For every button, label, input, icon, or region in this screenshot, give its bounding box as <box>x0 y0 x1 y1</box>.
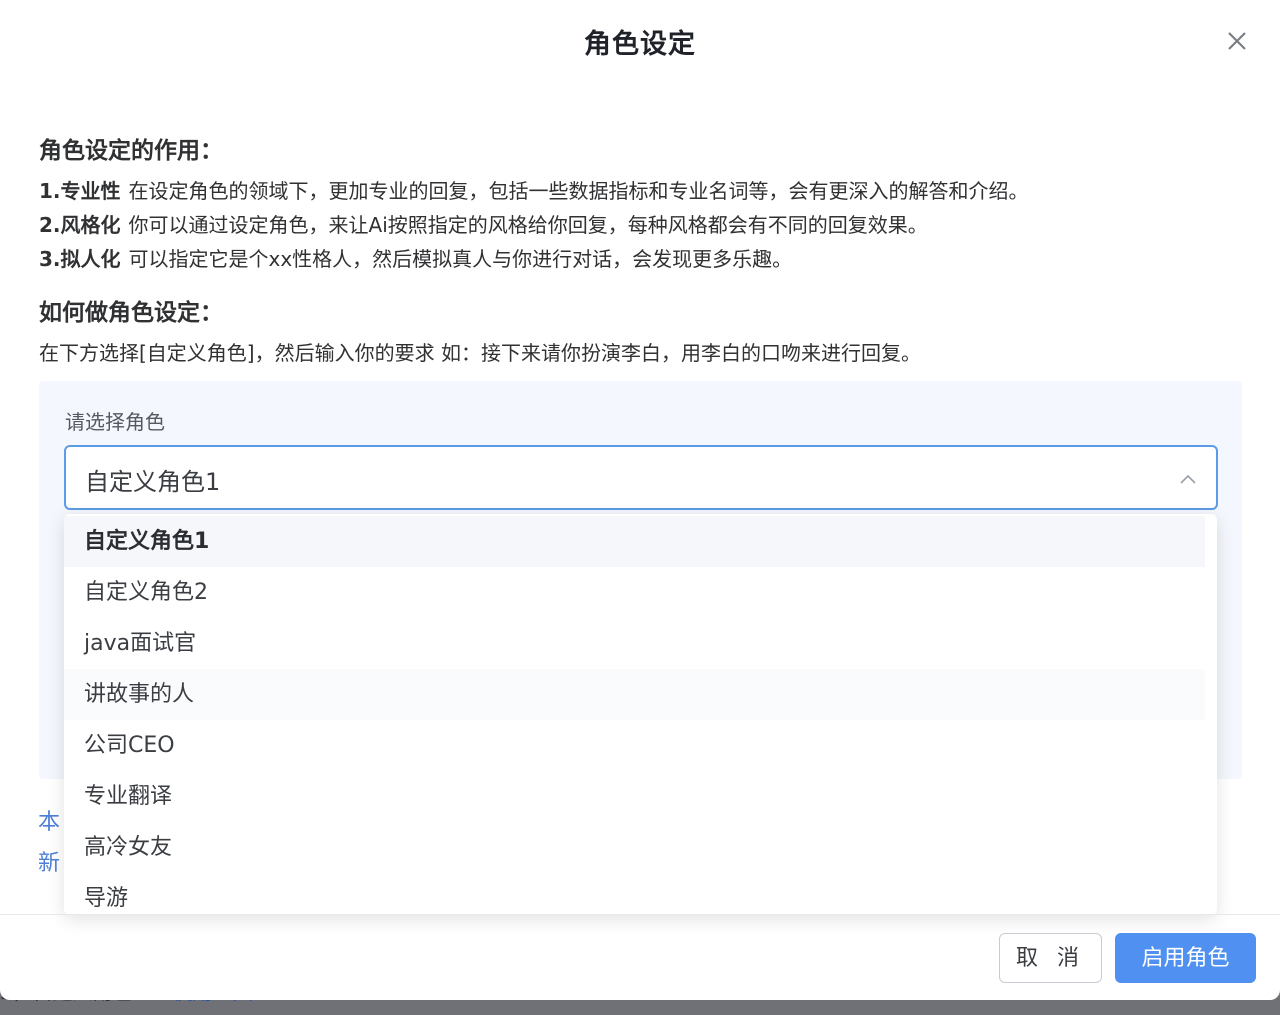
below-link-1[interactable]: 本 <box>38 804 60 836</box>
chevron-up-icon <box>1178 469 1198 493</box>
dropdown-option[interactable]: 导游 <box>64 873 1205 915</box>
dialog-title: 角色设定 <box>584 29 696 60</box>
dropdown-option[interactable]: 自定义角色2 <box>64 567 1205 618</box>
intro-item-persona: 3.拟人化 可以指定它是个xx性格人，然后模拟真人与你进行对话，会发现更多乐趣。 <box>39 243 792 272</box>
intro-item-professional: 1.专业性 在设定角色的领域下，更加专业的回复，包括一些数据指标和专业名词等，会有… <box>39 175 1029 204</box>
footer-divider <box>0 914 1280 915</box>
intro-item-label: 3.拟人化 <box>39 247 121 271</box>
intro-item-label: 2.风格化 <box>39 213 121 237</box>
dropdown-option[interactable]: 高冷女友 <box>64 822 1205 873</box>
role-select[interactable]: 自定义角色1 <box>64 445 1218 510</box>
dropdown-option[interactable]: 讲故事的人 <box>64 669 1205 720</box>
below-link-2[interactable]: 新 <box>38 845 60 877</box>
dropdown-option[interactable]: 自定义角色1 <box>64 516 1205 567</box>
intro-item-label: 1.专业性 <box>39 179 121 203</box>
intro-item-style: 2.风格化 你可以通过设定角色，来让Ai按照指定的风格给你回复，每种风格都会有不同… <box>39 209 928 238</box>
intro-item-text: 可以指定它是个xx性格人，然后模拟真人与你进行对话，会发现更多乐趣。 <box>128 247 793 271</box>
role-dropdown: 自定义角色1 自定义角色2 java面试官 讲故事的人 公司CEO 专业翻译 高… <box>64 514 1217 915</box>
intro-item-text: 在设定角色的领域下，更加专业的回复，包括一些数据指标和专业名词等，会有更深入的解… <box>128 179 1029 203</box>
howto-heading: 如何做角色设定： <box>39 300 223 326</box>
dropdown-option[interactable]: 公司CEO <box>64 720 1205 771</box>
close-icon <box>1228 32 1246 50</box>
select-value: 自定义角色1 <box>85 468 221 496</box>
enable-role-button[interactable]: 启用角色 <box>1115 933 1256 983</box>
intro-heading: 角色设定的作用： <box>39 138 223 164</box>
dropdown-option[interactable]: 专业翻译 <box>64 771 1205 822</box>
cancel-button[interactable]: 取 消 <box>999 933 1102 983</box>
intro-item-text: 你可以通过设定角色，来让Ai按照指定的风格给你回复，每种风格都会有不同的回复效果… <box>128 213 928 237</box>
role-settings-dialog: 角色设定 角色设定的作用： 1.专业性 在设定角色的领域下，更加专业的回复，包括一… <box>0 0 1280 1000</box>
howto-text: 在下方选择[自定义角色]，然后输入你的要求 如：接下来请你扮演李白，用李白的口吻… <box>39 341 921 365</box>
close-button[interactable] <box>1222 26 1252 56</box>
select-label: 请选择角色 <box>65 410 165 434</box>
dropdown-option[interactable]: java面试官 <box>64 618 1205 669</box>
